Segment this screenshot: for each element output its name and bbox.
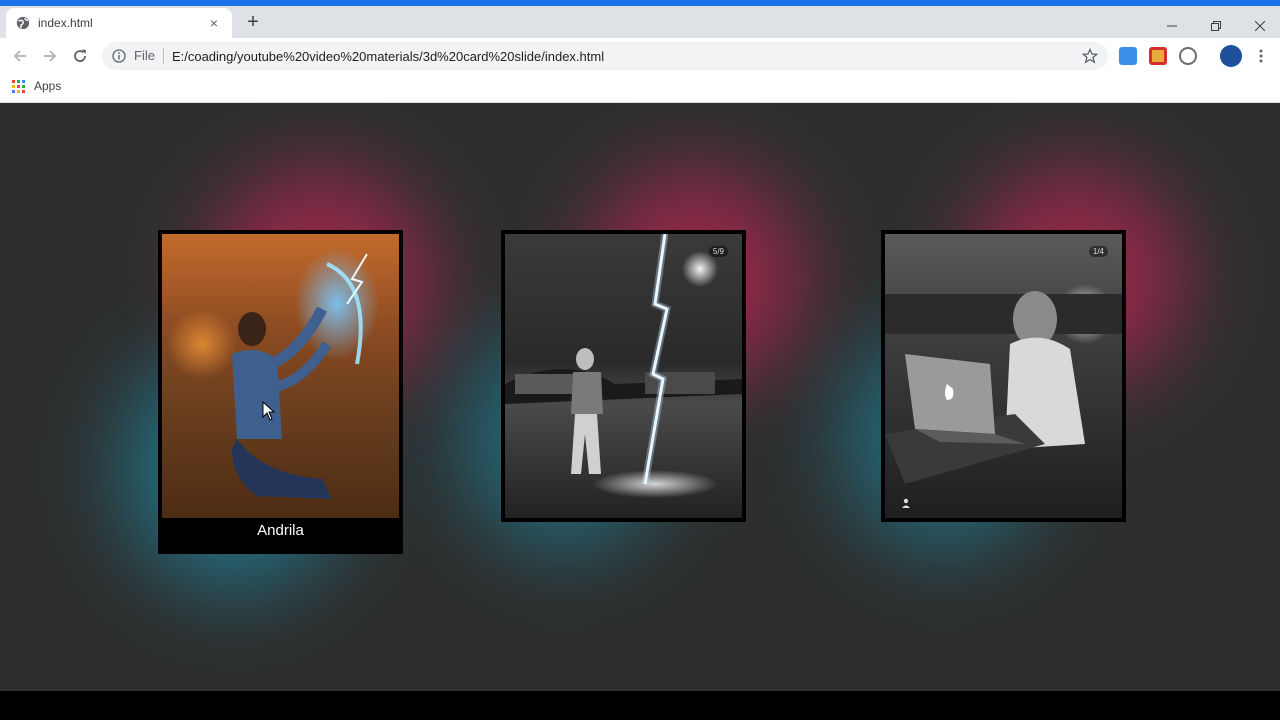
new-tab-button[interactable]: + [242, 12, 264, 32]
tab-close-button[interactable]: × [206, 15, 222, 31]
close-icon [1255, 21, 1265, 31]
card-caption: Andrila [257, 522, 304, 539]
extension-box-icon[interactable] [1149, 47, 1167, 65]
apps-label: Apps [34, 79, 62, 93]
page-viewport: Andrila 5/9 1/4 [0, 103, 1280, 691]
mouse-cursor-icon [262, 401, 276, 421]
arrow-left-icon [13, 50, 26, 62]
card-photo: 5/9 [505, 234, 742, 518]
user-icon [902, 498, 910, 508]
minimize-button[interactable] [1152, 12, 1192, 40]
letterbox-bar [0, 691, 1280, 720]
restore-button[interactable] [1196, 12, 1236, 40]
url-scheme-label: File [134, 48, 164, 64]
card-photo: 1/4 [885, 234, 1122, 518]
laptop-girl-illustration [885, 291, 1122, 484]
menu-button[interactable] [1249, 44, 1273, 68]
globe-icon [16, 16, 30, 30]
extension-translate-icon[interactable] [1119, 47, 1137, 65]
apps-grid-icon [12, 79, 25, 93]
url-text[interactable]: E:/coading/youtube%20video%20materials/3… [172, 49, 1082, 64]
tab-title: index.html [38, 16, 93, 30]
tab-index-html[interactable]: index.html × [6, 8, 232, 38]
lightning-scene-illustration [505, 234, 742, 485]
apps-shortcut[interactable]: Apps [12, 79, 61, 93]
more-vert-icon [1259, 49, 1263, 63]
bookmark-star-icon[interactable] [1082, 48, 1098, 64]
info-icon [112, 49, 126, 63]
reload-icon [74, 49, 86, 62]
address-bar[interactable]: File E:/coading/youtube%20video%20materi… [102, 42, 1108, 70]
minimize-icon [1167, 25, 1177, 27]
tab-strip: index.html × + [0, 6, 1280, 38]
extension-robot-icon[interactable] [1179, 47, 1197, 65]
profile-avatar-icon[interactable] [1220, 45, 1242, 67]
bookmarks-bar: Apps [0, 74, 1280, 103]
image-card[interactable]: Andrila [158, 230, 403, 554]
restore-icon [1211, 21, 1221, 31]
arrow-right-icon [44, 50, 57, 62]
woman-figure-illustration [232, 253, 368, 499]
reload-button[interactable] [68, 44, 92, 68]
close-window-button[interactable] [1240, 12, 1280, 40]
back-button[interactable] [8, 44, 32, 68]
image-card[interactable]: 1/4 [881, 230, 1126, 522]
slide-counter-badge: 1/4 [1088, 246, 1108, 257]
image-card[interactable]: 5/9 [501, 230, 746, 522]
browser-toolbar: File E:/coading/youtube%20video%20materi… [0, 38, 1280, 74]
forward-button[interactable] [38, 44, 62, 68]
slide-counter-badge: 5/9 [708, 246, 728, 257]
card-photo [162, 234, 399, 518]
